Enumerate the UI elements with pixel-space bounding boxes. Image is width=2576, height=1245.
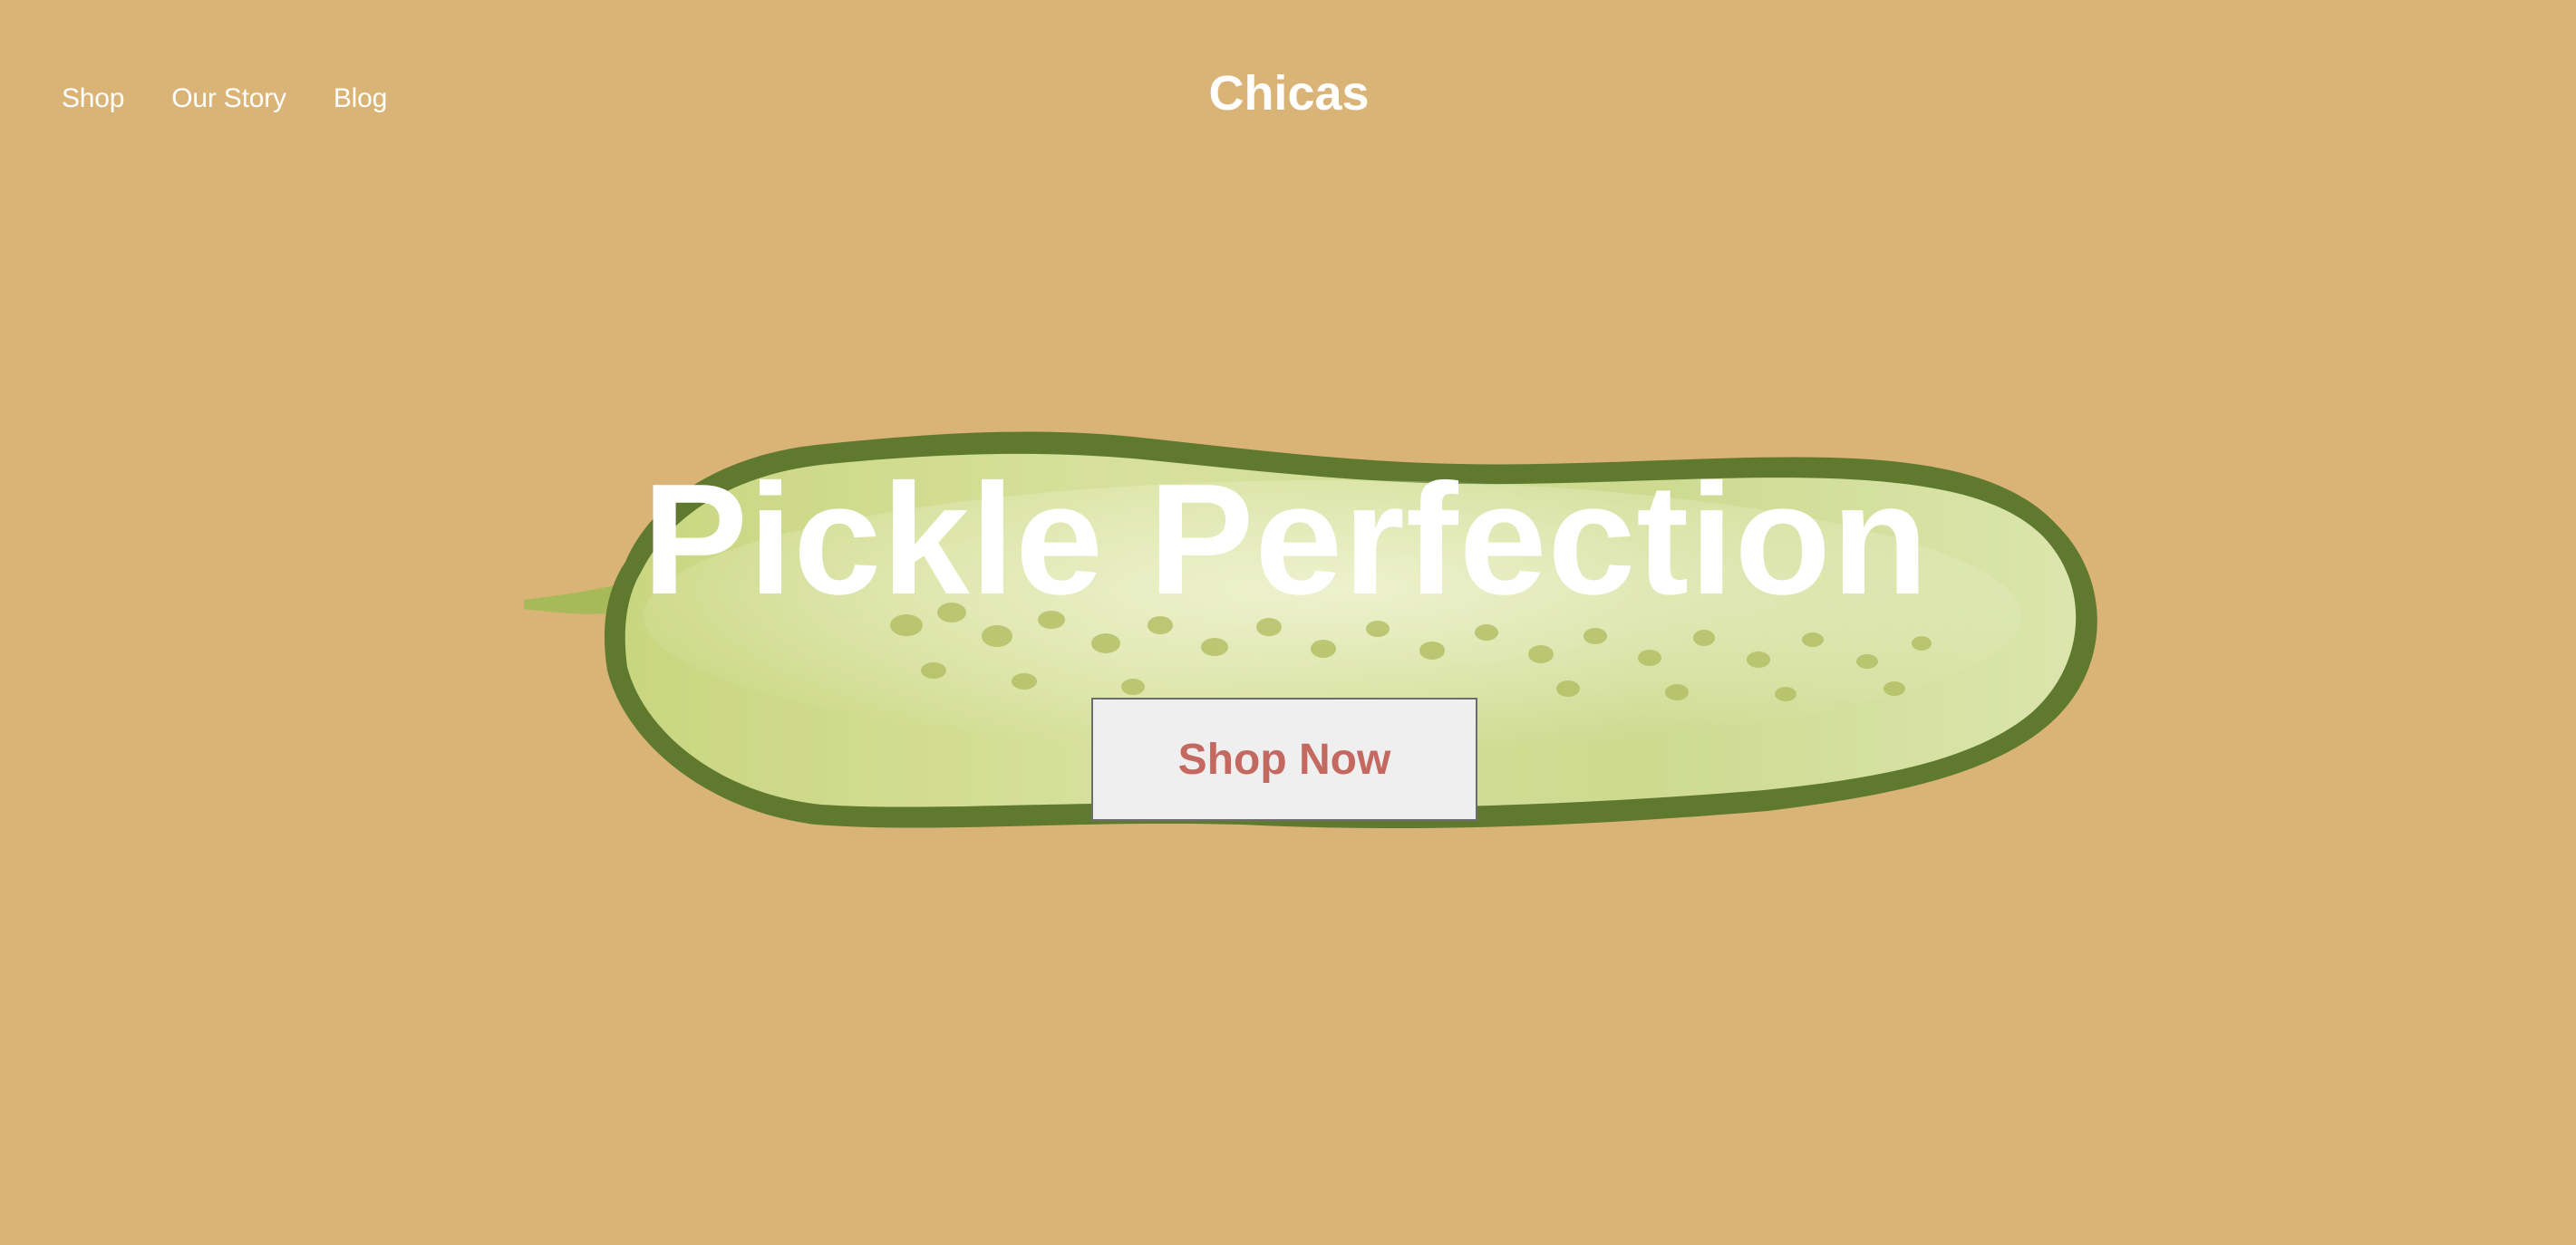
shop-now-button[interactable]: Shop Now — [1091, 698, 1477, 821]
hero-title: Pickle Perfection — [642, 450, 1930, 627]
landing-page: Shop Our Story Blog Chicas Pickle Perfec… — [0, 0, 2576, 1245]
brand-logo[interactable]: Chicas — [2, 65, 2576, 121]
